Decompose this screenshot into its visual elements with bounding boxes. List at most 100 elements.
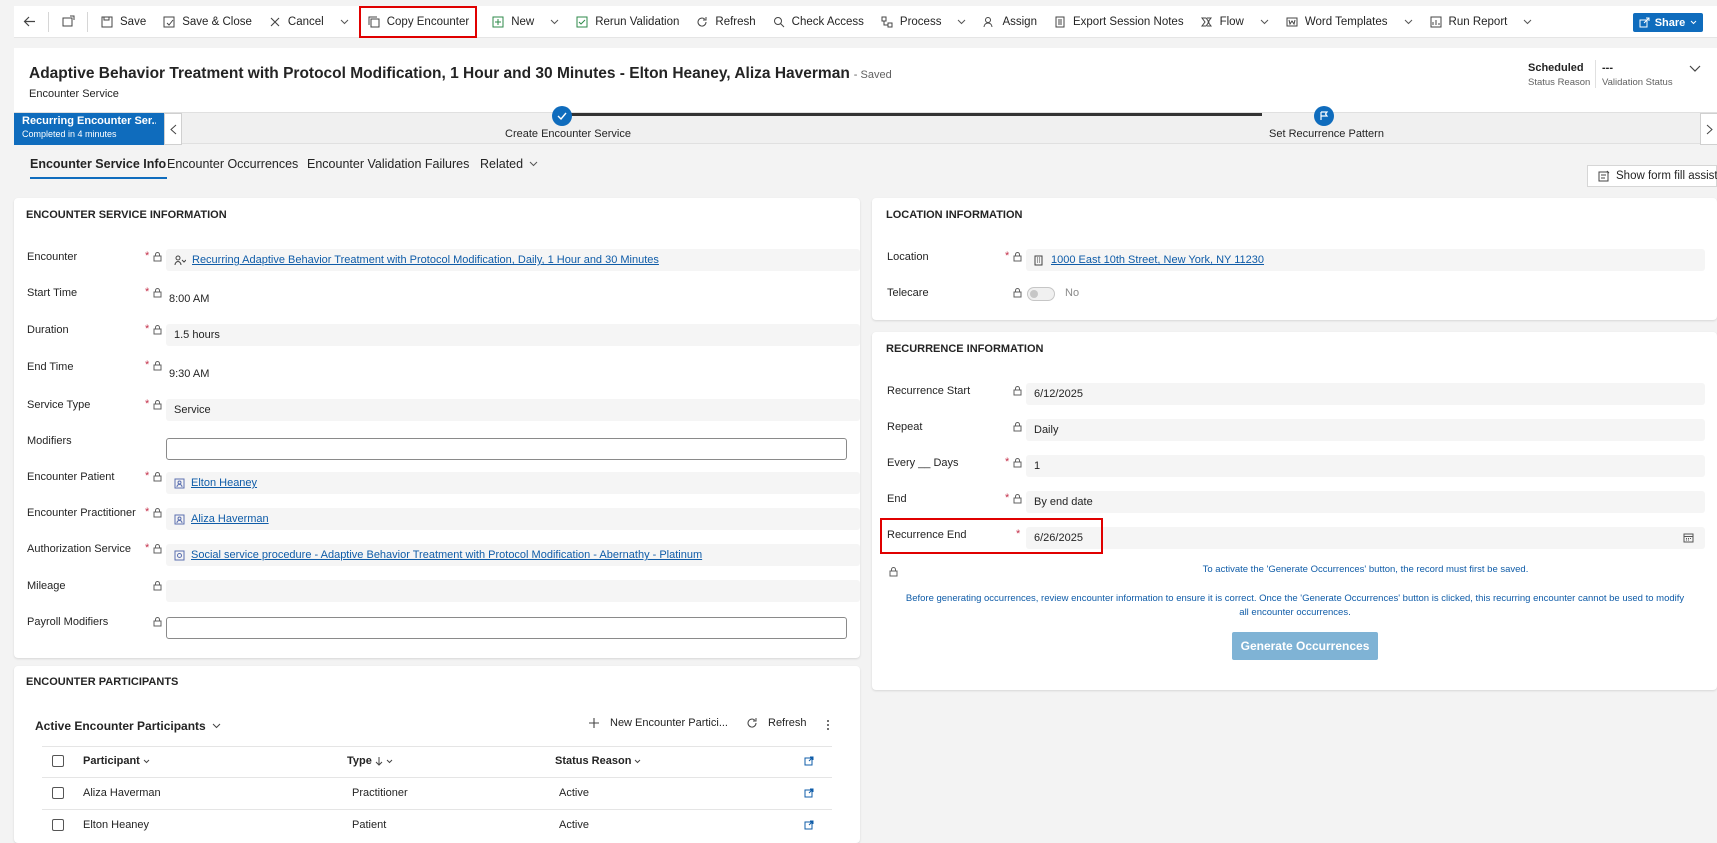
check-access-button[interactable]: Check Access: [764, 6, 872, 38]
stage-completed-check-icon[interactable]: [552, 106, 572, 126]
process-label: Process: [899, 15, 942, 28]
process-button[interactable]: Process: [872, 6, 975, 38]
start-time-field[interactable]: 8:00 AM: [166, 289, 366, 309]
bpf-active-process[interactable]: Recurring Encounter Ser... Completed in …: [14, 113, 164, 145]
bpf-prev-button[interactable]: [164, 113, 182, 145]
authorization-service-link[interactable]: Social service procedure - Adaptive Beha…: [191, 549, 702, 561]
share-button[interactable]: Share: [1633, 13, 1703, 32]
expand-header-chevron-icon[interactable]: [1689, 65, 1701, 73]
sort-descending-icon: [375, 756, 383, 766]
bpf-process-title: Recurring Encounter Ser...: [22, 115, 156, 127]
bpf-next-button[interactable]: [1700, 113, 1717, 145]
copy-encounter-button[interactable]: Copy Encounter: [358, 5, 478, 38]
table-row[interactable]: Elton Heaney Patient Active: [42, 810, 832, 841]
location-link[interactable]: 1000 East 10th Street, New York, NY 1123…: [1051, 254, 1264, 266]
open-in-new-icon[interactable]: [804, 788, 814, 798]
grid-refresh-button[interactable]: Refresh: [746, 717, 807, 729]
modifiers-label: Modifiers: [27, 435, 72, 447]
every-days-field[interactable]: 1: [1026, 455, 1705, 477]
validation-status-field[interactable]: --- Validation Status: [1602, 62, 1673, 88]
column-type-header[interactable]: Type: [347, 755, 393, 767]
telecare-toggle[interactable]: [1027, 287, 1055, 301]
required-indicator: *: [1005, 492, 1010, 504]
tab-encounter-validation-failures[interactable]: Encounter Validation Failures: [307, 157, 469, 171]
tab-related[interactable]: Related: [480, 157, 538, 171]
lock-icon: [153, 544, 163, 554]
generate-occurrences-button[interactable]: Generate Occurrences: [1232, 632, 1378, 660]
encounter-practitioner-link[interactable]: Aliza Haverman: [191, 513, 269, 525]
participant-link[interactable]: Elton Heaney: [83, 819, 149, 831]
export-session-notes-button[interactable]: Export Session Notes: [1045, 6, 1192, 38]
rerun-validation-label: Rerun Validation: [595, 15, 680, 28]
row-checkbox[interactable]: [52, 819, 64, 831]
column-status-header[interactable]: Status Reason: [555, 755, 641, 767]
more-options-icon[interactable]: [826, 719, 830, 731]
calendar-icon[interactable]: [1683, 533, 1694, 543]
recurrence-end-field[interactable]: 6/26/2025: [1026, 527, 1705, 549]
view-selector[interactable]: Active Encounter Participants: [35, 719, 221, 733]
flow-button[interactable]: Flow: [1192, 6, 1277, 38]
location-field[interactable]: 1000 East 10th Street, New York, NY 1123…: [1026, 249, 1705, 271]
payroll-modifiers-input[interactable]: [166, 617, 847, 639]
new-window-icon: [61, 15, 75, 29]
assign-button[interactable]: Assign: [974, 6, 1045, 38]
participant-link[interactable]: Aliza Haverman: [83, 787, 161, 799]
rerun-validation-button[interactable]: Rerun Validation: [567, 6, 687, 38]
chevron-down-icon[interactable]: [1260, 19, 1269, 25]
encounter-patient-field[interactable]: Elton Heaney: [166, 472, 860, 494]
service-type-field[interactable]: Service: [166, 399, 860, 421]
chevron-down-icon: [386, 759, 393, 764]
encounter-practitioner-label: Encounter Practitioner: [27, 507, 136, 519]
authorization-service-field[interactable]: Social service procedure - Adaptive Beha…: [166, 544, 860, 566]
chevron-down-icon[interactable]: [1523, 19, 1532, 25]
table-row[interactable]: Aliza Haverman Practitioner Active: [42, 778, 832, 809]
duration-field[interactable]: 1.5 hours: [166, 324, 860, 346]
col-participant-label: Participant: [83, 755, 140, 767]
cancel-label: Cancel: [287, 15, 324, 28]
encounter-practitioner-field[interactable]: Aliza Haverman: [166, 508, 860, 530]
open-in-new-icon[interactable]: [804, 756, 814, 766]
modifiers-input[interactable]: [166, 438, 847, 460]
select-all-checkbox[interactable]: [52, 755, 64, 767]
participant-type: Patient: [352, 819, 387, 831]
run-report-button[interactable]: Run Report: [1421, 6, 1541, 38]
new-participant-button[interactable]: New Encounter Partici...: [588, 717, 728, 729]
bpf-stage-recurrence[interactable]: Set Recurrence Pattern: [1269, 128, 1384, 140]
encounter-link[interactable]: Recurring Adaptive Behavior Treatment wi…: [192, 254, 659, 266]
word-templates-button[interactable]: Word Templates: [1277, 6, 1421, 38]
open-new-window-button[interactable]: [53, 6, 83, 38]
active-tab-indicator: [30, 177, 167, 179]
save-button[interactable]: Save: [92, 6, 154, 38]
open-in-new-icon[interactable]: [804, 820, 814, 830]
repeat-field[interactable]: Daily: [1026, 419, 1705, 441]
chevron-down-icon[interactable]: [340, 19, 349, 25]
save-close-button[interactable]: Save & Close: [154, 6, 260, 38]
encounter-participants-section: ENCOUNTER PARTICIPANTS Active Encounter …: [14, 666, 860, 843]
divider: [48, 11, 49, 32]
back-button[interactable]: [14, 6, 44, 38]
end-time-field[interactable]: 9:30 AM: [166, 364, 366, 384]
recurrence-start-field[interactable]: 6/12/2025: [1026, 383, 1705, 405]
tab-encounter-occurrences[interactable]: Encounter Occurrences: [167, 157, 298, 171]
encounter-field[interactable]: Recurring Adaptive Behavior Treatment wi…: [166, 249, 860, 271]
chevron-down-icon[interactable]: [957, 19, 966, 25]
participant-type: Practitioner: [352, 787, 408, 799]
chevron-down-icon[interactable]: [550, 19, 559, 25]
refresh-icon: [746, 717, 758, 729]
new-button[interactable]: New: [483, 6, 567, 38]
status-reason-field[interactable]: Scheduled Status Reason: [1528, 62, 1590, 88]
show-form-fill-assist-button[interactable]: Show form fill assist: [1587, 165, 1717, 187]
mileage-field[interactable]: [166, 580, 860, 602]
encounter-patient-link[interactable]: Elton Heaney: [191, 477, 257, 489]
chevron-down-icon[interactable]: [1404, 19, 1413, 25]
refresh-button[interactable]: Refresh: [687, 6, 763, 38]
tab-encounter-service-info[interactable]: Encounter Service Info: [30, 157, 166, 171]
end-field[interactable]: By end date: [1026, 491, 1705, 513]
column-participant-header[interactable]: Participant: [83, 755, 150, 767]
stage-flag-icon[interactable]: [1314, 106, 1334, 126]
cancel-button[interactable]: Cancel: [260, 6, 357, 38]
bpf-stage-create[interactable]: Create Encounter Service: [505, 128, 631, 140]
authorization-service-label: Authorization Service: [27, 543, 131, 555]
new-participant-label: New Encounter Partici...: [610, 717, 728, 729]
row-checkbox[interactable]: [52, 787, 64, 799]
